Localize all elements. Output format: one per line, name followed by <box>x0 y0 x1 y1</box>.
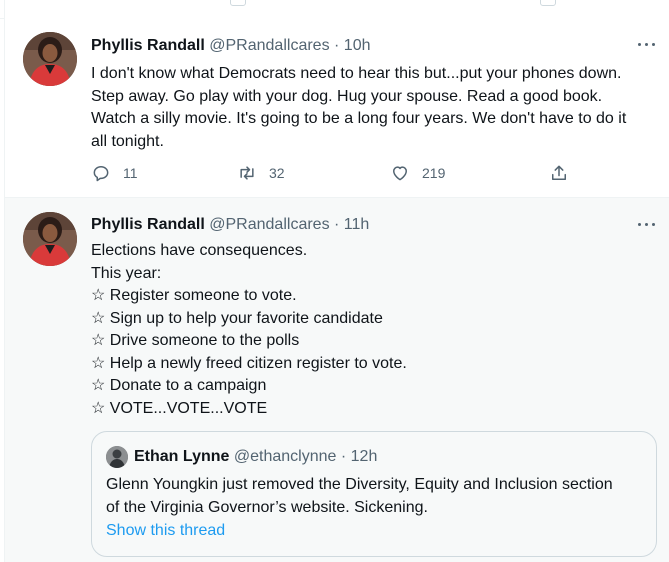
tweet-text-line: ☆ Help a newly freed citizen register to… <box>91 354 407 372</box>
tweet-text-line: Elections have consequences. <box>91 242 308 259</box>
retweet-icon <box>240 166 254 180</box>
like-count: 219 <box>422 165 446 181</box>
reply-count: 11 <box>123 165 138 181</box>
tweet[interactable]: Phyllis Randall @PRandallcares · 10h I d… <box>5 18 669 198</box>
more-options-icon[interactable] <box>637 36 657 52</box>
avatar[interactable] <box>23 212 77 266</box>
tweet-text: I don't know what Democrats need to hear… <box>91 63 661 153</box>
tweet-text-line: all tonight. <box>91 132 164 150</box>
tweet-text-line: ☆ Donate to a campaign <box>91 377 267 394</box>
tweet-text-line: ☆ Drive someone to the polls <box>91 332 300 349</box>
avatar[interactable] <box>106 446 128 468</box>
tweet-text-line: Step away. Go play with your dog. Hug yo… <box>91 87 603 105</box>
author-handle[interactable]: @ethanclynne <box>234 448 337 465</box>
separator-dot: · <box>340 448 347 465</box>
quoted-text-line: of the Virginia Governor’s website. Sick… <box>106 498 428 516</box>
timestamp[interactable]: 12h <box>351 448 378 465</box>
avatar[interactable] <box>23 32 77 86</box>
tweet-text: Elections have consequences. This year: … <box>91 240 661 420</box>
tweet-text-line: I don't know what Democrats need to hear… <box>91 65 622 82</box>
retweet-icon <box>230 0 246 6</box>
author-handle[interactable]: @PRandallcares <box>209 216 329 233</box>
retweet-count: 32 <box>269 165 285 181</box>
quoted-text-line: Glenn Youngkin just removed the Diversit… <box>106 476 613 493</box>
share-icon <box>540 0 556 6</box>
share-button[interactable] <box>549 161 569 185</box>
author-handle[interactable]: @PRandallcares <box>209 37 329 54</box>
tweet-header: Phyllis Randall @PRandallcares · 11h <box>91 216 369 234</box>
retweet-button[interactable]: 32 <box>237 161 285 185</box>
share-icon <box>552 165 566 180</box>
tweet-text-line: ☆ Register someone to vote. <box>91 287 297 304</box>
tweet[interactable]: Phyllis Randall @PRandallcares · 11h Ele… <box>5 198 669 562</box>
tweet-header: Phyllis Randall @PRandallcares · 10h <box>91 37 371 55</box>
author-name[interactable]: Phyllis Randall <box>91 216 205 233</box>
previous-tweet-edge <box>0 0 669 19</box>
tweet-text-line: This year: <box>91 264 162 282</box>
separator-dot: · <box>334 216 340 233</box>
reply-button[interactable]: 11 <box>91 161 138 185</box>
timestamp[interactable]: 11h <box>344 216 370 233</box>
like-button[interactable]: 219 <box>390 161 445 185</box>
tweet-text-line: ☆ Sign up to help your favorite candidat… <box>91 309 383 327</box>
timestamp[interactable]: 10h <box>344 37 371 54</box>
quoted-tweet-header: Ethan Lynne @ethanclynne · 12h <box>134 448 377 466</box>
author-name[interactable]: Ethan Lynne <box>134 448 229 465</box>
show-thread-link[interactable]: Show this thread <box>106 522 225 540</box>
tweet-text-line: ☆ VOTE...VOTE...VOTE <box>91 399 268 417</box>
reply-icon <box>93 166 109 182</box>
tweet-text-line: Watch a silly movie. It's going to be a … <box>91 110 627 127</box>
separator-dot: · <box>334 37 340 54</box>
author-name[interactable]: Phyllis Randall <box>91 37 205 54</box>
quoted-tweet[interactable]: Ethan Lynne @ethanclynne · 12h Glenn You… <box>91 431 657 557</box>
more-options-icon[interactable] <box>637 216 657 232</box>
heart-icon <box>393 166 407 181</box>
quoted-tweet-text: Glenn Youngkin just removed the Diversit… <box>106 474 646 519</box>
tweet-actions: 11 32 219 <box>91 161 571 185</box>
